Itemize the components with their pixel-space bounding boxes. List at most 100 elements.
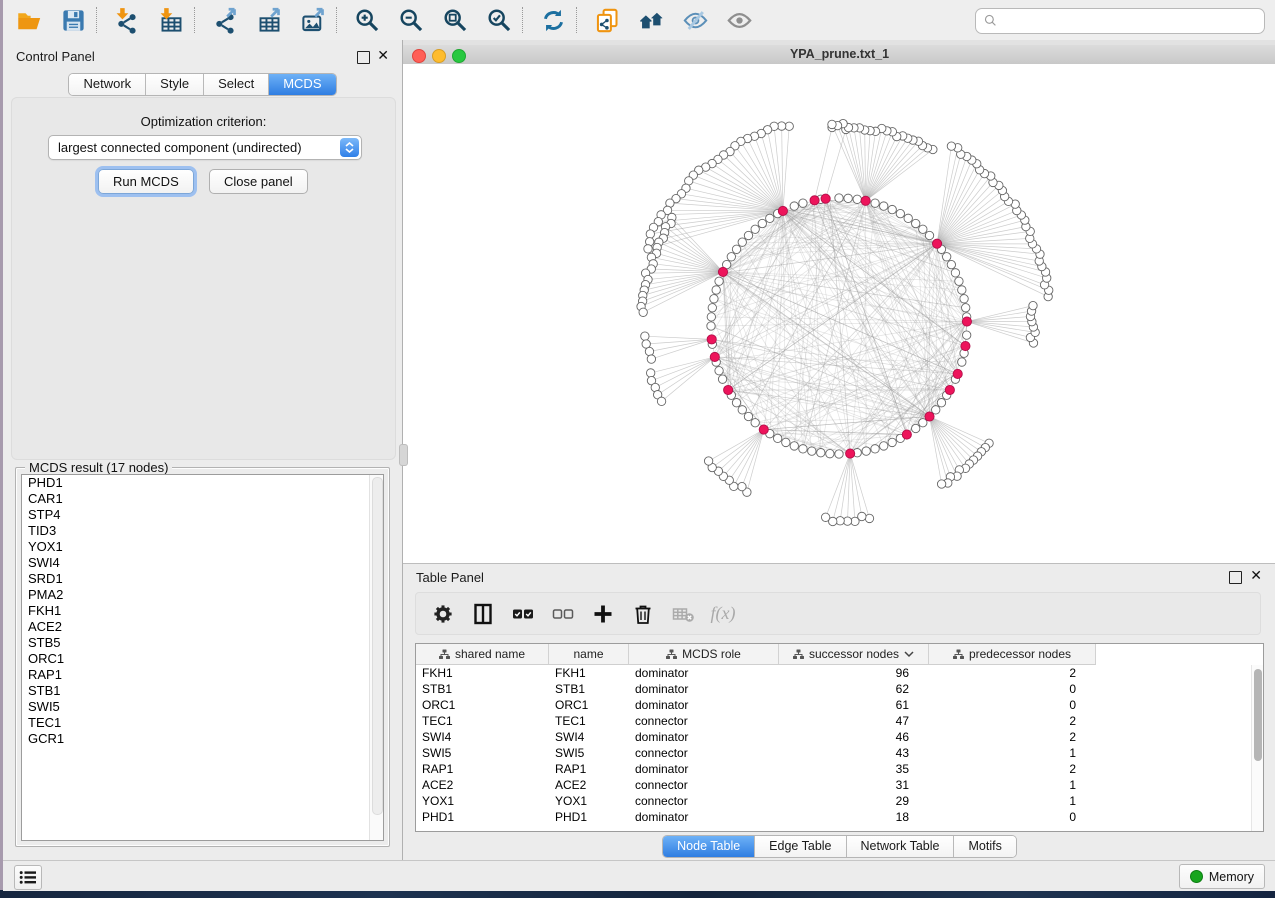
network-node[interactable] — [888, 205, 896, 213]
table-row[interactable]: RAP1RAP1dominator352 — [416, 761, 1096, 777]
network-dominator-node[interactable] — [710, 352, 719, 361]
mcds-result-item[interactable]: RAP1 — [22, 667, 383, 683]
cell-predecessor_nodes[interactable]: 1 — [929, 793, 1096, 809]
network-node[interactable] — [715, 367, 723, 375]
network-dominator-node[interactable] — [861, 196, 870, 205]
network-node[interactable] — [862, 447, 870, 455]
cell-name[interactable]: SWI4 — [549, 729, 629, 745]
delete-table-button[interactable] — [670, 601, 696, 627]
network-node[interactable] — [782, 438, 790, 446]
network-node[interactable] — [799, 445, 807, 453]
network-node[interactable] — [817, 448, 825, 456]
cell-predecessor_nodes[interactable]: 0 — [929, 697, 1096, 713]
column-header-shared-name[interactable]: shared name — [416, 644, 549, 664]
network-node[interactable] — [718, 375, 726, 383]
tab-network[interactable]: Network — [69, 74, 146, 95]
network-node[interactable] — [835, 450, 843, 458]
mcds-result-item[interactable]: SWI4 — [22, 555, 383, 571]
network-node[interactable] — [647, 355, 655, 363]
cell-successor_nodes[interactable]: 47 — [779, 713, 929, 729]
show-all-button[interactable] — [721, 4, 757, 36]
cell-name[interactable]: ACE2 — [549, 777, 629, 793]
network-dominator-node[interactable] — [707, 335, 716, 344]
network-node[interactable] — [937, 480, 945, 488]
network-node[interactable] — [710, 295, 718, 303]
network-dominator-node[interactable] — [724, 385, 733, 394]
network-window-titlebar[interactable]: YPA_prune.txt_1 — [403, 45, 1275, 65]
cell-mcds_role[interactable]: dominator — [629, 665, 779, 681]
network-dominator-node[interactable] — [945, 385, 954, 394]
network-dominator-node[interactable] — [821, 194, 830, 203]
table-row[interactable]: FKH1FKH1dominator962 — [416, 665, 1096, 681]
network-node[interactable] — [639, 308, 647, 316]
network-node[interactable] — [961, 304, 969, 312]
table-tab-node-table[interactable]: Node Table — [663, 836, 755, 857]
mcds-result-item[interactable]: TEC1 — [22, 715, 383, 731]
network-node[interactable] — [727, 253, 735, 261]
mcds-result-item[interactable]: SRD1 — [22, 571, 383, 587]
cell-name[interactable]: TEC1 — [549, 713, 629, 729]
network-node[interactable] — [744, 231, 752, 239]
network-dominator-node[interactable] — [902, 430, 911, 439]
zoom-out-button[interactable] — [393, 4, 429, 36]
network-node[interactable] — [712, 286, 720, 294]
column-header-predecessor-nodes[interactable]: predecessor nodes — [929, 644, 1096, 664]
select-all-button[interactable] — [510, 601, 536, 627]
save-session-button[interactable] — [55, 4, 91, 36]
network-node[interactable] — [732, 245, 740, 253]
column-header-successor-nodes[interactable]: successor nodes — [779, 644, 929, 664]
network-node[interactable] — [645, 347, 653, 355]
network-dominator-node[interactable] — [932, 239, 941, 248]
cell-predecessor_nodes[interactable]: 2 — [929, 729, 1096, 745]
network-dominator-node[interactable] — [962, 317, 971, 326]
network-node[interactable] — [821, 513, 829, 521]
splitter-handle[interactable] — [399, 444, 408, 466]
mcds-result-item[interactable]: GCR1 — [22, 731, 383, 747]
table-row[interactable]: TEC1TEC1connector472 — [416, 713, 1096, 729]
table-row[interactable]: SWI4SWI4dominator462 — [416, 729, 1096, 745]
float-panel-icon[interactable] — [357, 51, 370, 64]
mcds-result-item[interactable]: PMA2 — [22, 587, 383, 603]
network-node[interactable] — [835, 194, 843, 202]
network-node[interactable] — [751, 225, 759, 233]
network-node[interactable] — [790, 442, 798, 450]
cell-shared_name[interactable]: ACE2 — [416, 777, 549, 793]
network-node[interactable] — [715, 277, 723, 285]
network-node[interactable] — [657, 397, 665, 405]
mcds-result-item[interactable]: ORC1 — [22, 651, 383, 667]
network-node[interactable] — [942, 253, 950, 261]
table-tab-network-table[interactable]: Network Table — [847, 836, 955, 857]
network-node[interactable] — [947, 142, 955, 150]
network-node[interactable] — [773, 434, 781, 442]
mcds-result-item[interactable]: TID3 — [22, 523, 383, 539]
network-node[interactable] — [962, 331, 970, 339]
cell-successor_nodes[interactable]: 31 — [779, 777, 929, 793]
hide-selected-button[interactable] — [677, 4, 713, 36]
cell-name[interactable]: SWI5 — [549, 745, 629, 761]
network-node[interactable] — [707, 313, 715, 321]
network-node[interactable] — [958, 358, 966, 366]
cell-mcds_role[interactable]: dominator — [629, 729, 779, 745]
network-node[interactable] — [744, 412, 752, 420]
cell-predecessor_nodes[interactable]: 2 — [929, 761, 1096, 777]
table-row[interactable]: ACE2ACE2connector311 — [416, 777, 1096, 793]
network-node[interactable] — [865, 514, 873, 522]
table-scrollbar[interactable] — [1251, 665, 1263, 831]
network-node[interactable] — [853, 195, 861, 203]
mcds-result-item[interactable]: STB5 — [22, 635, 383, 651]
cell-mcds_role[interactable]: dominator — [629, 681, 779, 697]
gear-button[interactable] — [430, 601, 456, 627]
network-node[interactable] — [919, 225, 927, 233]
network-node[interactable] — [828, 120, 836, 128]
cell-shared_name[interactable]: FKH1 — [416, 665, 549, 681]
export-image-button[interactable] — [295, 4, 331, 36]
cell-shared_name[interactable]: SWI5 — [416, 745, 549, 761]
cell-name[interactable]: YOX1 — [549, 793, 629, 809]
export-table-button[interactable] — [251, 4, 287, 36]
first-neighbors-button[interactable] — [633, 4, 669, 36]
network-dominator-node[interactable] — [778, 206, 787, 215]
network-node[interactable] — [871, 445, 879, 453]
cell-predecessor_nodes[interactable]: 2 — [929, 665, 1096, 681]
network-dominator-node[interactable] — [953, 369, 962, 378]
network-node[interactable] — [758, 219, 766, 227]
